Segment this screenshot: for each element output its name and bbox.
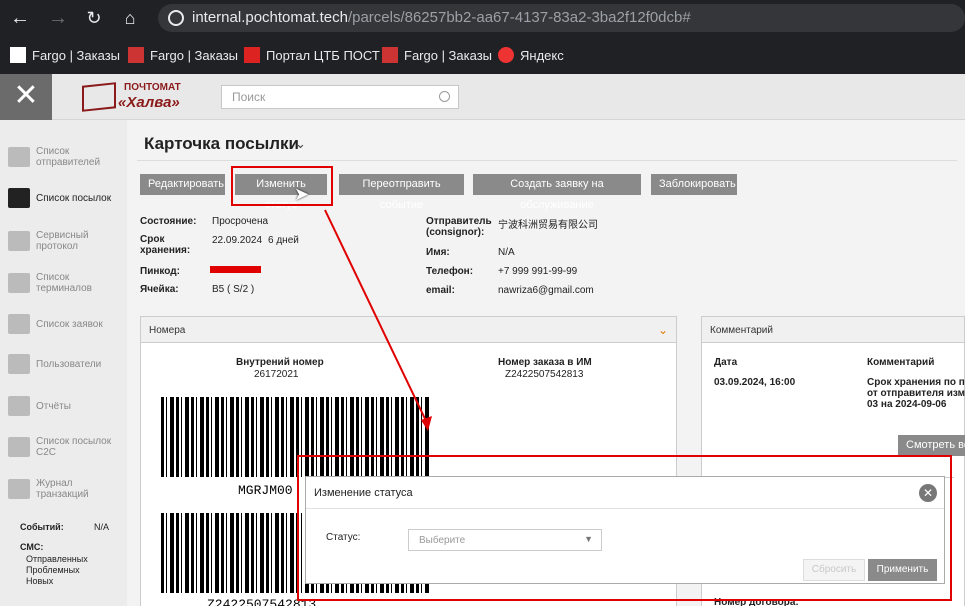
collapse-chevron-icon[interactable]: ⌄ [658, 323, 668, 337]
comment-text: Срок хранения по п от отправителя изм 03… [867, 377, 965, 410]
phone-value: +7 999 991-99-99 [498, 266, 578, 277]
order-number-label: Номер заказа в ИМ [498, 357, 592, 368]
search-icon[interactable] [439, 91, 450, 102]
events-value: N/A [94, 522, 110, 532]
server-icon [8, 231, 30, 251]
bookmark-favicon-icon [128, 47, 144, 63]
sender-label: Отправитель (consignor): [426, 216, 492, 238]
box-c2c-icon [8, 437, 30, 457]
bookmarks-bar: Fargo | Заказы Fargo | Заказы Портал ЦТБ… [0, 36, 965, 74]
truck-icon [8, 147, 30, 167]
sender-value: 宁波科洲贸易有限公司 [498, 220, 598, 231]
sidebar-item-users[interactable]: Пользователи [8, 354, 126, 374]
yandex-favicon-icon [498, 47, 514, 63]
box-icon [8, 188, 30, 208]
bookmark-item[interactable]: Fargo | Заказы [10, 44, 120, 66]
comment-date: 03.09.2024, 16:00 [714, 377, 796, 388]
cube-favicon-icon [244, 47, 260, 63]
bookmark-favicon-icon [382, 47, 398, 63]
pincode-redacted [210, 266, 261, 273]
ruble-icon [8, 479, 30, 499]
annotation-box-modal [297, 455, 952, 601]
url-path: /parcels/86257bb2-aa67-4137-83a2-3ba2f12… [347, 9, 691, 26]
browser-toolbar: ← → ↻ ⌂ internal.pochtomat.tech/parcels/… [0, 0, 965, 36]
annotation-box-button [231, 166, 333, 206]
order-number-value: Z2422507542813 [505, 369, 584, 380]
sidebar-item-terminals[interactable]: Список терминалов [8, 272, 126, 294]
view-all-button[interactable]: Смотреть все [898, 435, 965, 456]
url-host: internal.pochtomat.tech [192, 9, 348, 26]
sms-label: СМС: [20, 542, 44, 552]
sms-sent: Отправленных [26, 554, 88, 564]
mouse-cursor-icon: ➤ [294, 184, 310, 204]
comment-header: Комментарий [867, 357, 935, 368]
create-service-request-button[interactable]: Создать заявку на обслуживание [473, 174, 641, 211]
cell-value: B5 ( S/2 ) [212, 284, 255, 295]
events-label: Событий: [20, 522, 64, 532]
sidebar-item-c2c[interactable]: Список посылок C2C [8, 436, 126, 458]
address-bar[interactable]: internal.pochtomat.tech/parcels/86257bb2… [158, 4, 965, 32]
bookmark-item[interactable]: Портал ЦТБ ПОСТ [244, 44, 380, 66]
paper-plane-icon [8, 314, 30, 334]
cell-label: Ячейка: [140, 284, 179, 295]
resend-event-button[interactable]: Переотправить событие [339, 174, 464, 211]
document-icon [8, 396, 30, 416]
numbers-panel-title: Номера [141, 317, 676, 343]
storage-label: Срок хранения: [140, 234, 191, 256]
block-button[interactable]: Заблокировать [651, 174, 737, 195]
name-label: Имя: [426, 247, 450, 258]
chevron-down-icon[interactable]: ⌄ [295, 136, 306, 152]
users-icon [8, 354, 30, 374]
back-icon[interactable]: ← [6, 4, 34, 32]
internal-number-value: 26172021 [254, 369, 299, 380]
forward-icon[interactable]: → [44, 4, 72, 32]
bookmark-item[interactable]: Fargo | Заказы [382, 44, 492, 66]
sms-new: Новых [26, 576, 54, 586]
date-header: Дата [714, 357, 738, 368]
sms-problem: Проблемных [26, 565, 80, 575]
email-label: email: [426, 285, 455, 296]
storage-value: 22.09.2024 [212, 235, 263, 246]
sidebar-item-requests[interactable]: Список заявок [8, 314, 126, 334]
terminal-icon [8, 273, 30, 293]
internal-barcode-text: MGRJM00 [238, 483, 293, 498]
sidebar-item-senders[interactable]: Список отправителей [8, 146, 126, 168]
edit-button[interactable]: Редактировать [140, 174, 225, 195]
logo-bottom-text: «Халва» [118, 94, 180, 111]
bookmark-item[interactable]: Яндекс [498, 44, 564, 66]
logo-top-text: ПОЧТОМАТ [124, 82, 181, 93]
internal-number-label: Внутрений номер [236, 357, 324, 368]
reload-icon[interactable]: ↻ [80, 4, 108, 32]
state-label: Состояние: [140, 216, 197, 227]
sidebar-item-parcels[interactable]: Список посылок [8, 188, 126, 208]
pincode-label: Пинкод: [140, 266, 180, 277]
bookmark-item[interactable]: Fargo | Заказы [128, 44, 238, 66]
sidebar-item-reports[interactable]: Отчёты [8, 396, 126, 416]
comments-panel-title: Комментарий [702, 317, 964, 343]
email-value: nawriza6@gmail.com [498, 285, 594, 296]
page-title: Карточка посылки [144, 134, 299, 153]
storage-days: 6 дней [268, 235, 299, 246]
sidebar: Список отправителей Список посылок Серви… [0, 120, 127, 606]
sidebar-item-transactions[interactable]: Журнал транзакций [8, 478, 126, 500]
bookmark-favicon-icon [10, 47, 26, 63]
search-input[interactable]: Поиск [221, 85, 459, 109]
divider [137, 160, 957, 161]
phone-label: Телефон: [426, 266, 474, 277]
state-value: Просрочена [212, 216, 269, 227]
name-value: N/A [498, 247, 515, 258]
home-icon[interactable]: ⌂ [116, 4, 144, 32]
close-menu-icon[interactable]: ✕ [0, 74, 52, 120]
app-header: ✕ ПОЧТОМАТ «Халва» Поиск [0, 74, 965, 120]
box-logo-icon [82, 82, 116, 112]
site-info-icon[interactable] [168, 10, 184, 26]
sidebar-item-service-protocol[interactable]: Сервисный протокол [8, 230, 126, 252]
